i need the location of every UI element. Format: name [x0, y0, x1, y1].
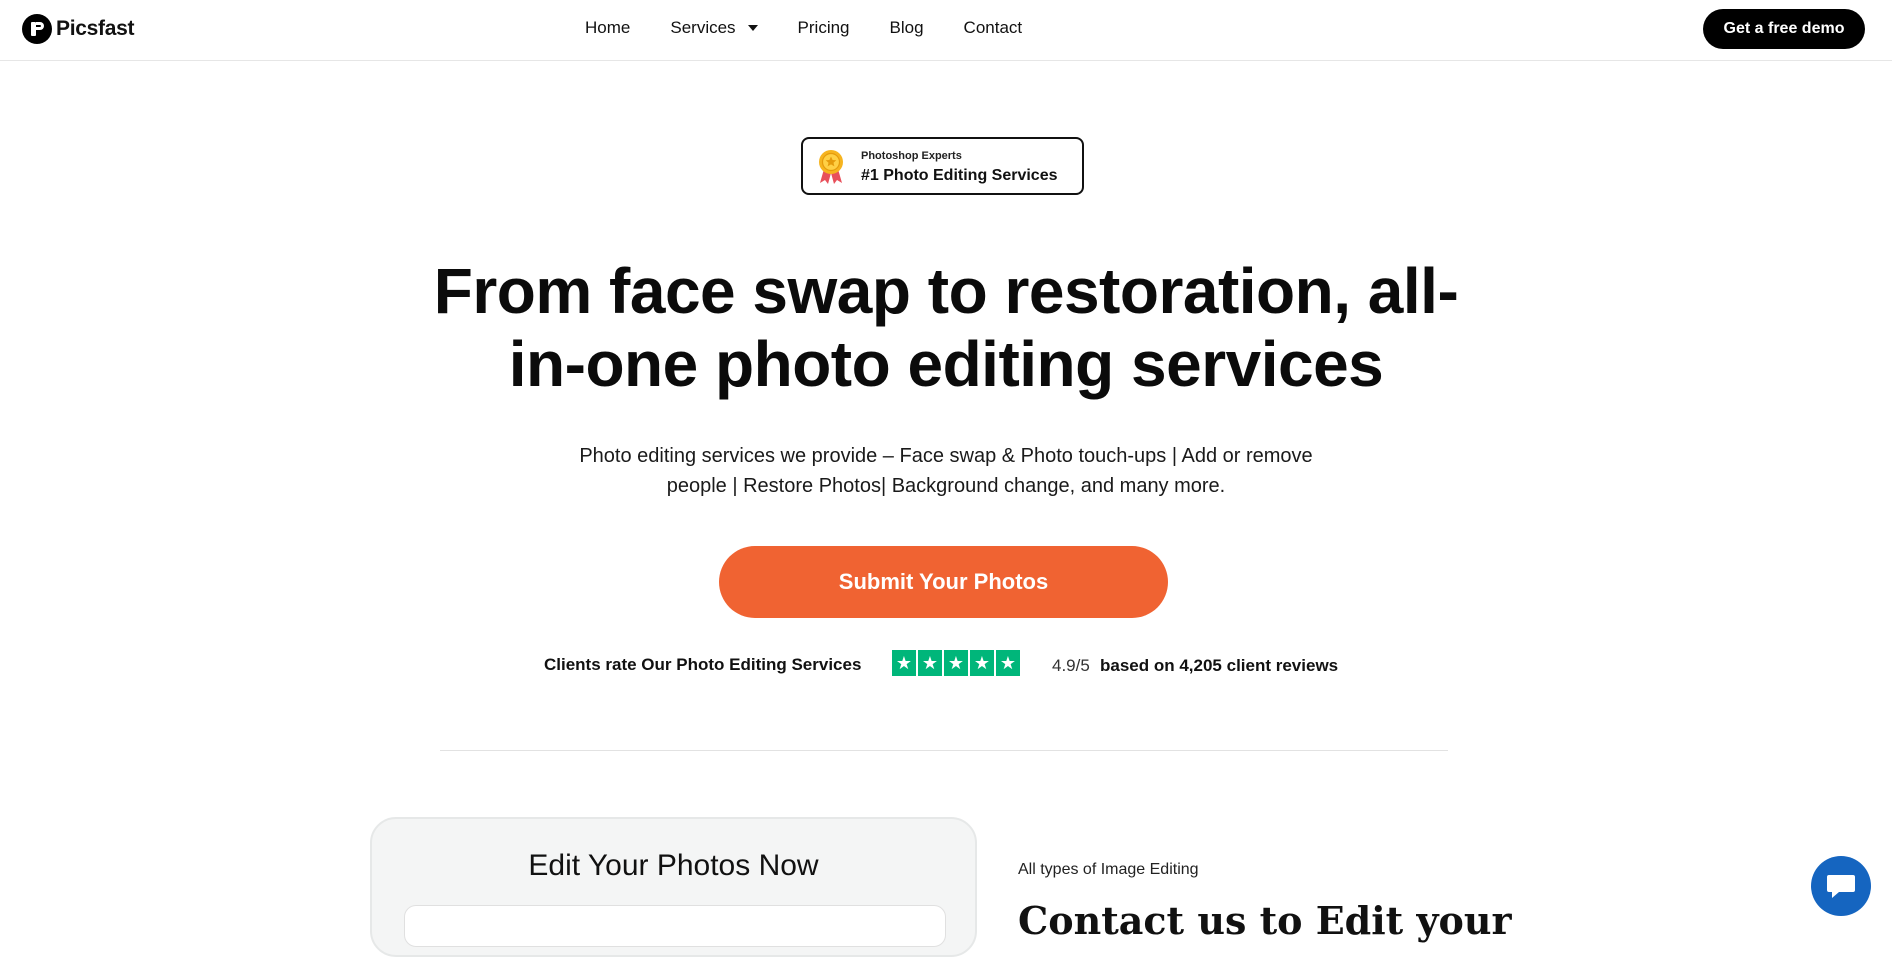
- section-divider: [440, 750, 1448, 751]
- rating-score: 4.9/5: [1052, 656, 1090, 675]
- star-icon: ★: [918, 650, 942, 676]
- form-first-field[interactable]: [404, 905, 946, 947]
- nav-item-pricing[interactable]: Pricing: [798, 18, 850, 38]
- free-demo-button[interactable]: Get a free demo: [1703, 9, 1865, 49]
- rating-strip: Clients rate Our Photo Editing Services …: [0, 650, 1892, 682]
- badge-title: #1 Photo Editing Services: [861, 167, 1058, 184]
- submit-photos-button[interactable]: Submit Your Photos: [719, 546, 1168, 618]
- hero-title-line-2: in-one photo editing services: [508, 328, 1384, 400]
- nav-item-home[interactable]: Home: [585, 18, 630, 38]
- brand-logo[interactable]: Picsfast: [22, 14, 134, 44]
- hero-title-line-1: From face swap to restoration, all-: [433, 255, 1459, 327]
- main-menu: Home Services Pricing Blog Contact: [585, 16, 1062, 40]
- hero-subtitle-line-1: Photo editing services we provide – Face…: [579, 445, 1313, 467]
- hero-subtitle-line-2: people | Restore Photos| Background chan…: [666, 475, 1226, 497]
- chat-launcher-button[interactable]: [1811, 856, 1871, 916]
- nav-item-blog[interactable]: Blog: [890, 18, 924, 38]
- rating-label: Clients rate Our Photo Editing Services: [544, 655, 862, 674]
- logo-mark-icon: [22, 14, 52, 44]
- nav-item-services[interactable]: Services: [670, 18, 758, 38]
- star-icon: ★: [970, 650, 994, 676]
- section-eyebrow: All types of Image Editing: [1018, 861, 1199, 878]
- chat-bubble-icon: [1827, 875, 1855, 898]
- hero-title: From face swap to restoration, all- in-o…: [346, 255, 1546, 401]
- award-medal-icon: [819, 150, 843, 184]
- brand-name: Picsfast: [56, 17, 135, 40]
- experts-badge: Photoshop Experts #1 Photo Editing Servi…: [801, 137, 1084, 195]
- rating-review-count: based on 4,205 client reviews: [1100, 656, 1339, 675]
- edit-photos-form-card: Edit Your Photos Now: [370, 817, 977, 957]
- nav-item-contact[interactable]: Contact: [964, 18, 1023, 38]
- top-nav: Picsfast Home Services Pricing Blog Cont…: [0, 0, 1892, 61]
- form-title: Edit Your Photos Now: [528, 849, 819, 882]
- nav-item-services-label: Services: [670, 18, 736, 37]
- section-title: Contact us to Edit your: [1018, 898, 1512, 943]
- trustpilot-stars: ★ ★ ★ ★ ★: [892, 650, 1020, 676]
- star-icon: ★: [944, 650, 968, 676]
- chevron-down-icon: [747, 25, 758, 31]
- star-icon: ★: [996, 650, 1020, 676]
- badge-caption: Photoshop Experts: [861, 150, 962, 162]
- star-icon: ★: [892, 650, 916, 676]
- hero-subtitle: Photo editing services we provide – Face…: [546, 441, 1346, 501]
